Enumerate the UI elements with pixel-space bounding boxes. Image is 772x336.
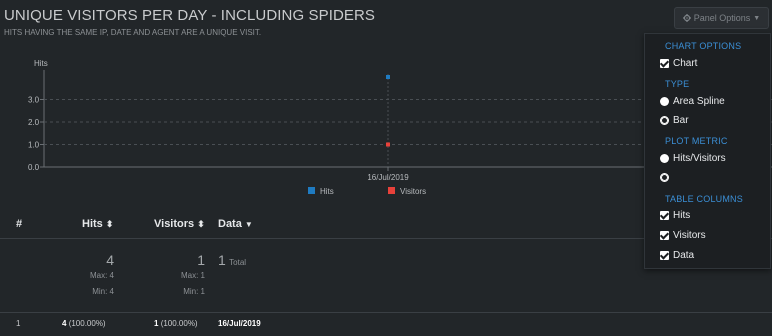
visitors-total: 1 [197,252,205,268]
panel-options-dropdown: CHART OPTIONS Chart TYPE Area Spline Bar… [644,33,771,269]
area-spline-label: Area Spline [673,96,725,107]
data-total-label: Total [229,258,247,267]
y-tick-label: 2.0 [28,118,40,127]
visitors-max: Max: 1 [180,271,205,280]
hits-visitors-label: Hits/Visitors [673,153,726,164]
sort-desc-icon: ▼ [244,220,253,229]
data-total: 1 [218,252,226,268]
radio-unselected-icon [660,116,669,125]
type-area-spline[interactable]: Area Spline [660,96,725,107]
column-header-data[interactable]: Data ▼ [218,218,253,230]
y-tick-label: 3.0 [28,96,40,105]
radio-selected-icon [660,154,669,163]
metric-hits-visitors[interactable]: Hits/Visitors [660,153,726,164]
row-hits: 4 (100.00%) [62,319,106,328]
panel-options-button[interactable]: Panel Options ▼ [674,7,769,29]
legend-swatch-visitors [388,187,395,194]
col-visitors-label: Visitors [673,230,706,241]
bar-label: Bar [673,115,689,126]
chart-toggle-label: Chart [673,58,698,69]
legend-label-visitors: Visitors [400,187,426,196]
row-data: 16/Jul/2019 [218,319,261,328]
visitors-min: Min: 1 [183,287,205,296]
chart-options-header: CHART OPTIONS [665,41,742,51]
checkbox-checked-icon [660,231,669,240]
row-visitors: 1 (100.00%) [154,319,198,328]
col-data-label: Data [673,250,695,261]
visitors-summary: 1 Max: 1 Min: 1 [0,252,205,296]
column-header-hits[interactable]: Hits ⬍ [82,218,113,230]
column-header-visitors[interactable]: Visitors ⬍ [154,218,205,230]
radio-unselected-icon [660,173,669,182]
plot-metric-header: PLOT METRIC [665,136,728,146]
page-subtitle: HITS HAVING THE SAME IP, DATE AND AGENT … [4,28,262,37]
sort-icon: ⬍ [105,219,114,229]
summary-divider [0,312,772,313]
gear-icon [682,14,691,22]
sort-icon: ⬍ [197,219,205,229]
y-tick-label: 0.0 [28,163,40,172]
x-tick-label: 16/Jul/2019 [367,173,409,182]
chart-toggle[interactable]: Chart [660,58,697,69]
data-point-visitors [386,142,390,147]
column-header-index: # [16,218,23,230]
type-bar[interactable]: Bar [660,115,689,126]
visitors-header-label: Visitors [154,218,195,230]
legend-label-hits: Hits [320,187,334,196]
y-axis-label: Hits [34,59,48,68]
row-index: 1 [16,319,21,328]
data-header-label: Data [218,218,242,230]
col-hits-label: Hits [673,210,691,221]
checkbox-checked-icon [660,211,669,220]
y-tick-label: 1.0 [28,141,40,150]
page-title: UNIQUE VISITORS PER DAY - INCLUDING SPID… [4,7,376,24]
panel-options-label: Panel Options [693,13,751,23]
column-data-toggle[interactable]: Data [660,250,694,261]
column-visitors-toggle[interactable]: Visitors [660,230,706,241]
caret-down-icon: ▼ [753,14,761,22]
column-hits-toggle[interactable]: Hits [660,210,690,221]
data-summary: 1 Total [218,252,246,268]
metric-empty[interactable] [660,173,673,182]
checkbox-checked-icon [660,59,669,68]
checkbox-checked-icon [660,251,669,260]
type-header: TYPE [665,79,690,89]
radio-selected-icon [660,97,669,106]
hits-header-label: Hits [82,218,103,230]
table-columns-header: TABLE COLUMNS [665,194,743,204]
legend-swatch-hits [308,187,315,194]
data-point-hits [386,75,390,79]
